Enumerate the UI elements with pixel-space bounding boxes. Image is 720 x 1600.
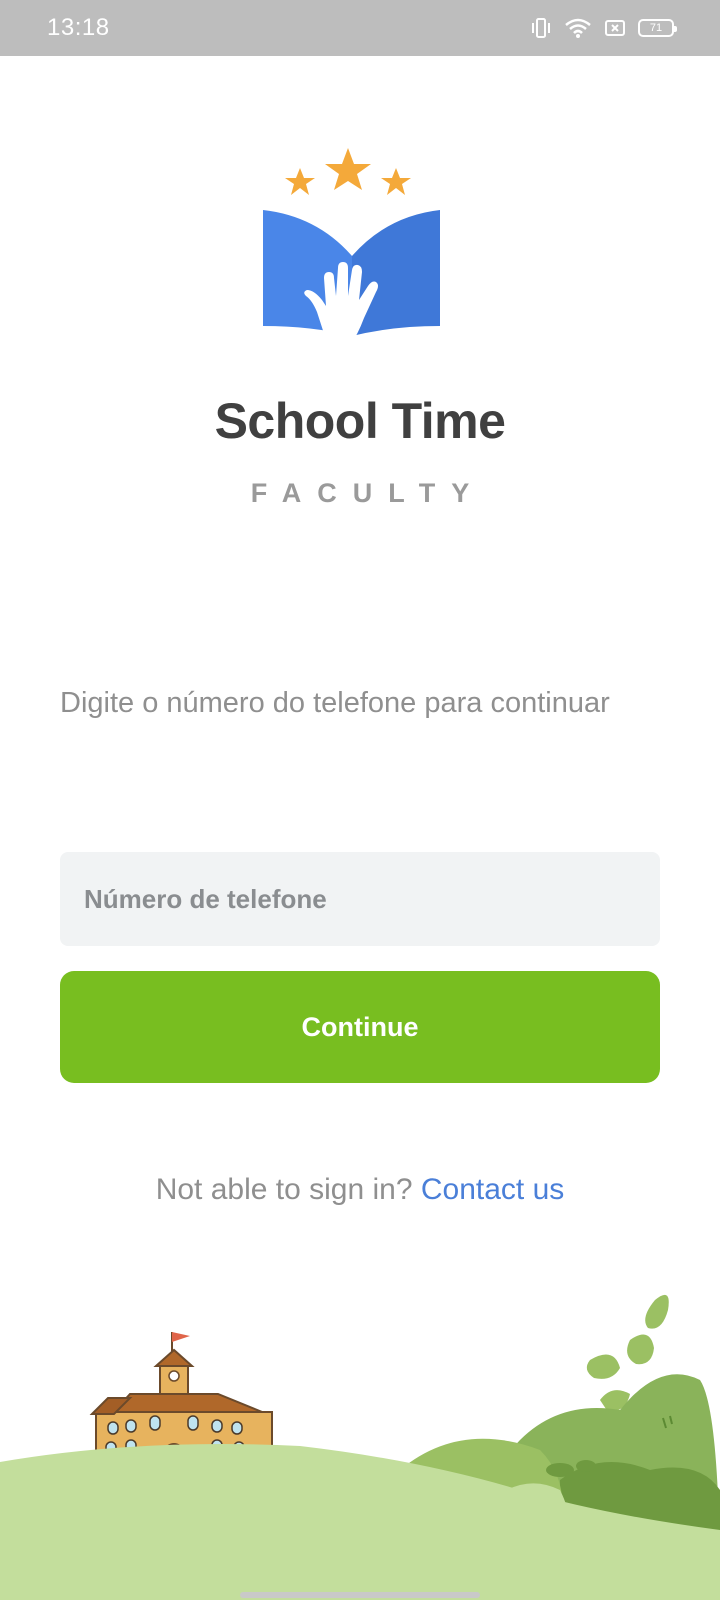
signin-help: Not able to sign in? Contact us bbox=[0, 1173, 720, 1207]
continue-button[interactable]: Continue bbox=[60, 971, 660, 1083]
phone-number-input[interactable] bbox=[60, 852, 660, 946]
sim-off-icon bbox=[604, 18, 626, 38]
phone-prompt: Digite o número do telefone para continu… bbox=[60, 687, 610, 719]
battery-level: 71 bbox=[649, 22, 663, 34]
status-bar: 13:18 71 bbox=[0, 0, 720, 56]
vibrate-icon bbox=[530, 17, 552, 39]
star-center-icon bbox=[325, 148, 371, 190]
app-subtitle: FACULTY bbox=[250, 478, 486, 508]
status-icons: 71 bbox=[530, 17, 677, 39]
wifi-icon bbox=[564, 17, 592, 39]
app-logo-icon bbox=[263, 148, 440, 346]
signin-help-text: Not able to sign in? bbox=[155, 1173, 413, 1206]
school-landscape-illustration bbox=[0, 1294, 720, 1600]
app-title: School Time bbox=[214, 393, 506, 449]
book-right-page bbox=[352, 210, 440, 336]
home-indicator bbox=[240, 1592, 480, 1598]
star-left-icon bbox=[285, 168, 315, 195]
battery-icon: 71 bbox=[638, 19, 677, 37]
contact-us-link[interactable]: Contact us bbox=[421, 1173, 564, 1206]
star-right-icon bbox=[381, 168, 411, 195]
status-time: 13:18 bbox=[47, 14, 110, 41]
